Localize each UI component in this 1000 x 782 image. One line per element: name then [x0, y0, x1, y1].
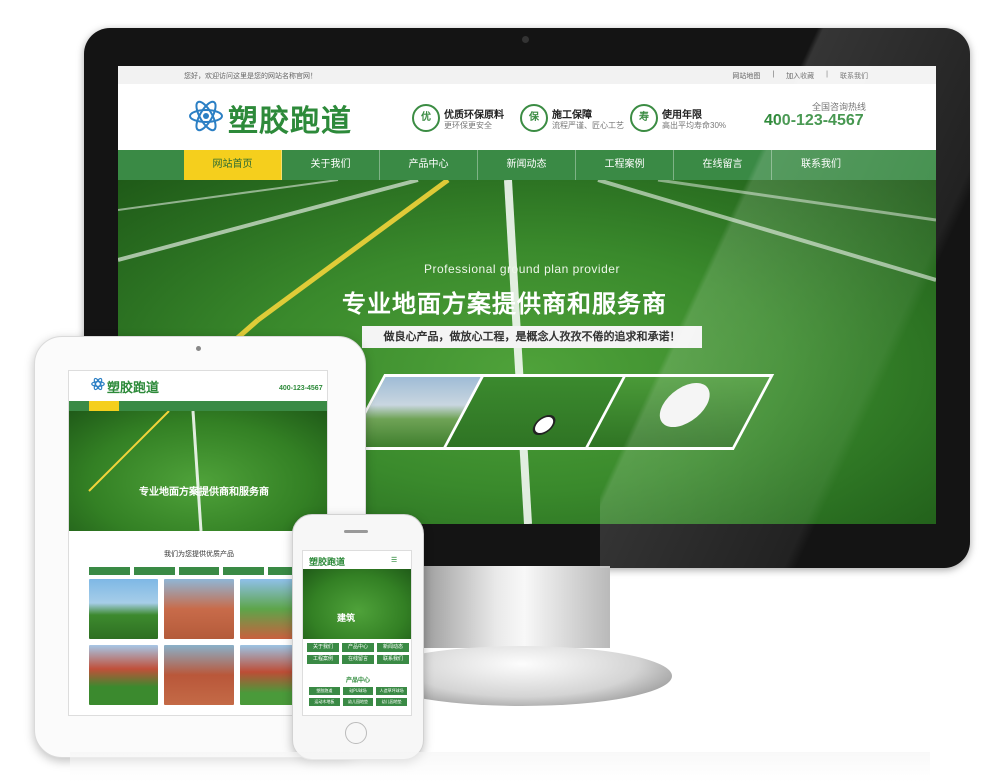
tab[interactable] — [178, 567, 220, 575]
phone-product-list: 塑胶跑道 硅PU球场 人造草坪球场 运动木地板 幼儿园地垫 幼儿园地垫 — [309, 687, 407, 706]
nav-products[interactable]: 产品中心 — [380, 150, 478, 180]
phone-banner-headline: 建筑 — [337, 614, 356, 624]
tablet-section-title: 我们为您提供优质产品 — [164, 550, 234, 558]
feature-subtitle: 高出平均寿命30% — [662, 121, 727, 130]
tablet-screen: 塑胶跑道 400-123-4567 专业地面方案提供商和服务商 我们为您提供优质… — [68, 370, 328, 716]
phone-menu-item[interactable]: 在线留言 — [342, 655, 374, 664]
bookmark-link[interactable]: 加入收藏 — [786, 71, 814, 81]
divider: | — [826, 71, 828, 78]
phone-product-link[interactable]: 运动木地板 — [309, 698, 340, 706]
main-nav: 网站首页 关于我们 产品中心 新闻动态 工程案例 在线留言 联系我们 — [118, 150, 936, 180]
top-bar: 您好，欢迎访问这里是您的网站名称官网！ 网站地图 | 加入收藏 | 联系我们 — [118, 66, 936, 85]
site-header: 塑胶跑道 优 优质环保原料 更环保更安全 保 施工保障 流程严谨、匠心工艺 寿 … — [118, 84, 936, 150]
top-links: 网站地图 | 加入收藏 | 联系我们 — [732, 71, 868, 81]
tablet-nav-active[interactable] — [89, 401, 119, 411]
tablet-header: 塑胶跑道 400-123-4567 — [69, 371, 327, 401]
tablet-banner[interactable]: 专业地面方案提供商和服务商 — [69, 411, 327, 531]
tab[interactable] — [133, 567, 175, 575]
feature-title: 使用年限 — [662, 110, 702, 121]
atom-logo-icon — [91, 377, 105, 391]
field-lines-graphic — [88, 411, 203, 531]
feature-construction: 保 施工保障 流程严谨、匠心工艺 — [520, 104, 630, 134]
phone-product-link[interactable]: 幼儿园地垫 — [342, 698, 374, 706]
phone-menu-item[interactable]: 联系我们 — [377, 655, 409, 664]
phone-menu-item[interactable]: 关于我们 — [307, 643, 339, 652]
product-thumb[interactable] — [164, 645, 234, 705]
feature-badge-icon: 寿 — [630, 104, 658, 132]
nav-message[interactable]: 在线留言 — [674, 150, 772, 180]
tab[interactable] — [89, 567, 130, 575]
phone-product-link[interactable]: 幼儿园地垫 — [376, 698, 407, 706]
feature-badge-icon: 优 — [412, 104, 440, 132]
feature-lifespan: 寿 使用年限 高出平均寿命30% — [630, 104, 740, 134]
phone-header: 塑胶跑道 ☰ — [303, 551, 411, 569]
tablet-banner-headline: 专业地面方案提供商和服务商 — [139, 487, 269, 498]
tablet-hotline: 400-123-4567 — [279, 385, 323, 392]
phone-product-link[interactable]: 人造草坪球场 — [376, 687, 407, 695]
soccer-ball-icon — [528, 415, 560, 435]
phone-product-link[interactable]: 硅PU球场 — [342, 687, 374, 695]
site-logo-text[interactable]: 塑胶跑道 — [228, 96, 352, 140]
atom-logo-icon[interactable] — [188, 98, 224, 134]
banner-english-tagline: Professional ground plan provider — [424, 262, 620, 276]
nav-cases[interactable]: 工程案例 — [576, 150, 674, 180]
phone-menu-item[interactable]: 产品中心 — [342, 643, 374, 652]
phone-menu-item[interactable]: 工程案例 — [307, 655, 339, 664]
contact-link[interactable]: 联系我们 — [840, 71, 868, 81]
product-thumb[interactable] — [89, 645, 159, 705]
golf-ball-icon — [651, 383, 719, 427]
nav-about[interactable]: 关于我们 — [282, 150, 380, 180]
banner-headline: 专业地面方案提供商和服务商 — [342, 290, 667, 318]
menu-icon[interactable]: ☰ — [391, 556, 397, 564]
product-thumb[interactable] — [89, 579, 159, 639]
product-thumb[interactable] — [164, 579, 234, 639]
floor-reflection — [70, 752, 930, 782]
phone-menu-item[interactable]: 新闻动态 — [377, 643, 409, 652]
feature-title: 施工保障 — [552, 110, 592, 121]
banner-subline: 做良心产品，做放心工程，是概念人孜孜不倦的追求和承诺！ — [362, 326, 702, 348]
feature-badge-icon: 保 — [520, 104, 548, 132]
phone-menu-grid: 关于我们 产品中心 新闻动态 工程案例 在线留言 联系我们 — [307, 643, 409, 664]
phone-product-link[interactable]: 塑胶跑道 — [309, 687, 340, 695]
nav-home[interactable]: 网站首页 — [184, 150, 282, 180]
nav-contact[interactable]: 联系我们 — [772, 150, 870, 180]
tablet-camera — [196, 346, 201, 351]
monitor-stand-neck — [420, 566, 610, 648]
nav-news[interactable]: 新闻动态 — [478, 150, 576, 180]
tablet-logo-text[interactable]: 塑胶跑道 — [107, 377, 159, 396]
feature-subtitle: 流程严谨、匠心工艺 — [552, 121, 624, 130]
phone-banner[interactable]: 建筑 — [303, 569, 411, 639]
phone-home-button[interactable] — [345, 722, 367, 744]
tablet-category-tabs[interactable] — [89, 567, 309, 575]
tablet-product-grid — [89, 579, 309, 705]
feature-subtitle: 更环保更安全 — [444, 121, 492, 130]
welcome-text: 您好，欢迎访问这里是您的网站名称官网！ — [184, 73, 317, 80]
sitemap-link[interactable]: 网站地图 — [732, 71, 760, 81]
feature-material: 优 优质环保原料 更环保更安全 — [412, 104, 512, 134]
phone-speaker — [344, 530, 368, 533]
feature-title: 优质环保原料 — [444, 110, 504, 121]
hotline-number[interactable]: 400-123-4567 — [764, 112, 864, 130]
divider: | — [772, 71, 775, 78]
phone-screen: 塑胶跑道 ☰ 建筑 关于我们 产品中心 新闻动态 工程案例 在线留言 联系我们 … — [302, 550, 412, 716]
phone-section-title: 产品中心 — [345, 677, 370, 684]
tab[interactable] — [223, 567, 265, 575]
phone-logo-text[interactable]: 塑胶跑道 — [309, 555, 345, 568]
webcam — [522, 36, 529, 43]
